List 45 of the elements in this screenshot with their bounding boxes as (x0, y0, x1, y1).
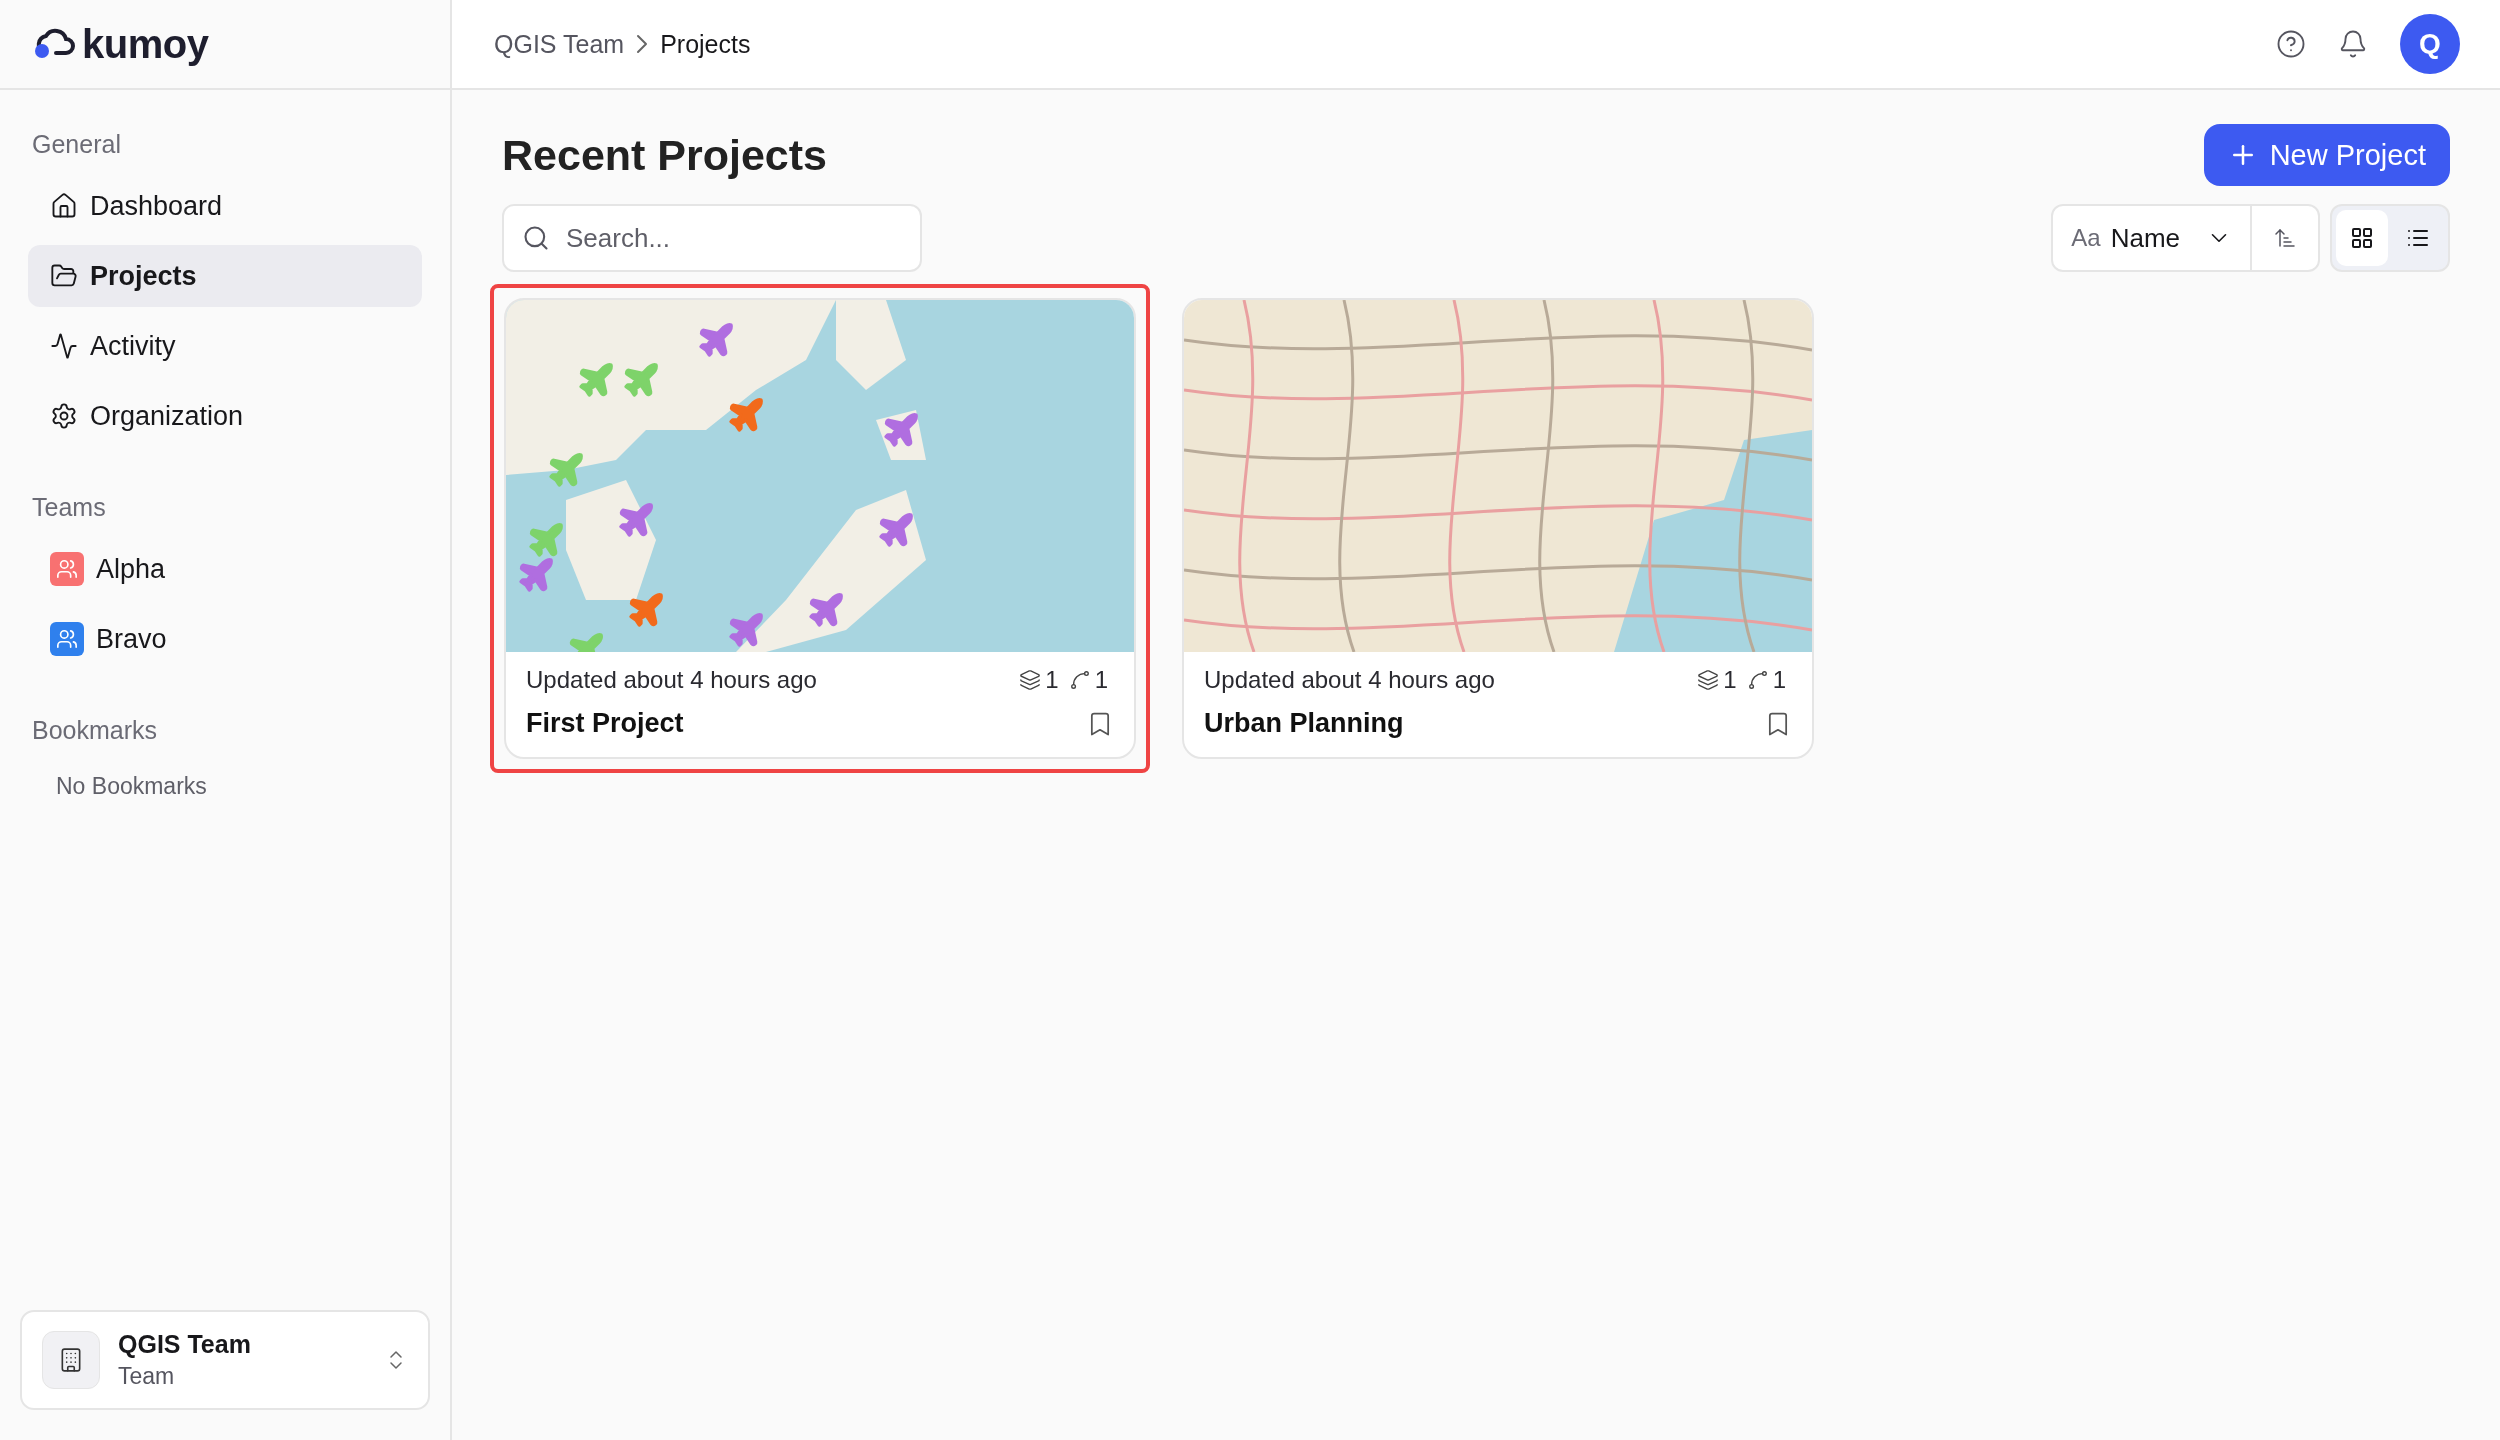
layer-count: 1 (1723, 666, 1737, 694)
logo-text: kumoy (82, 21, 209, 67)
nav-item[interactable]: Projects (28, 245, 422, 307)
team-name: QGIS Team (118, 1330, 252, 1359)
project-name: Urban Planning (1204, 708, 1404, 739)
breadcrumb-link[interactable]: Projects (660, 29, 751, 59)
grid-icon (2350, 226, 2374, 250)
map-count: 1 (1094, 666, 1108, 694)
bell-icon[interactable] (2338, 29, 2368, 59)
breadcrumb-link[interactable]: QGIS Team (494, 29, 625, 59)
avatar[interactable]: Q (2400, 14, 2460, 74)
nav-item[interactable]: Activity (28, 315, 422, 377)
updated-text: Updated about 4 hours ago (1204, 666, 1495, 694)
layer-count: 1 (1045, 666, 1059, 694)
team-item[interactable]: Bravo (28, 608, 422, 670)
project-name: First Project (526, 708, 684, 739)
layers-icon (1019, 669, 1042, 691)
section-title: Bookmarks (31, 715, 159, 746)
empty-text: No Bookmarks (55, 772, 208, 801)
section-title: General (31, 129, 122, 160)
spline-icon (1068, 669, 1091, 691)
spline-icon (1746, 669, 1769, 691)
grid-view-button[interactable] (2336, 210, 2388, 266)
new-project-button[interactable]: New Project (2203, 124, 2450, 186)
project-card[interactable]: Updated about 4 hours ago 1 1 Urban Planning (1182, 298, 1814, 759)
team-switcher[interactable]: QGIS Team Team (20, 1310, 430, 1410)
search-field[interactable]: Search... (502, 204, 922, 272)
gear-icon (50, 402, 78, 430)
team-item[interactable]: Alpha (28, 538, 422, 600)
map-count: 1 (1772, 666, 1786, 694)
sort-ascending-icon (2273, 226, 2297, 250)
help-icon[interactable] (2276, 29, 2306, 59)
team-type: Team (118, 1363, 176, 1390)
chevron-right-icon (636, 34, 649, 54)
updated-text: Updated about 4 hours ago (526, 666, 817, 694)
page-title: Recent Projects (502, 130, 828, 180)
section-title: Teams (31, 492, 107, 523)
layers-icon (1697, 669, 1720, 691)
project-card[interactable]: Updated about 4 hours ago 1 1 First Project (504, 298, 1136, 759)
pulse-icon (50, 332, 78, 360)
nav-item[interactable]: Organization (28, 385, 422, 447)
search-icon (522, 224, 550, 252)
building-icon (42, 1331, 100, 1389)
house-icon (50, 192, 78, 220)
nav-item[interactable]: Dashboard (28, 175, 422, 237)
